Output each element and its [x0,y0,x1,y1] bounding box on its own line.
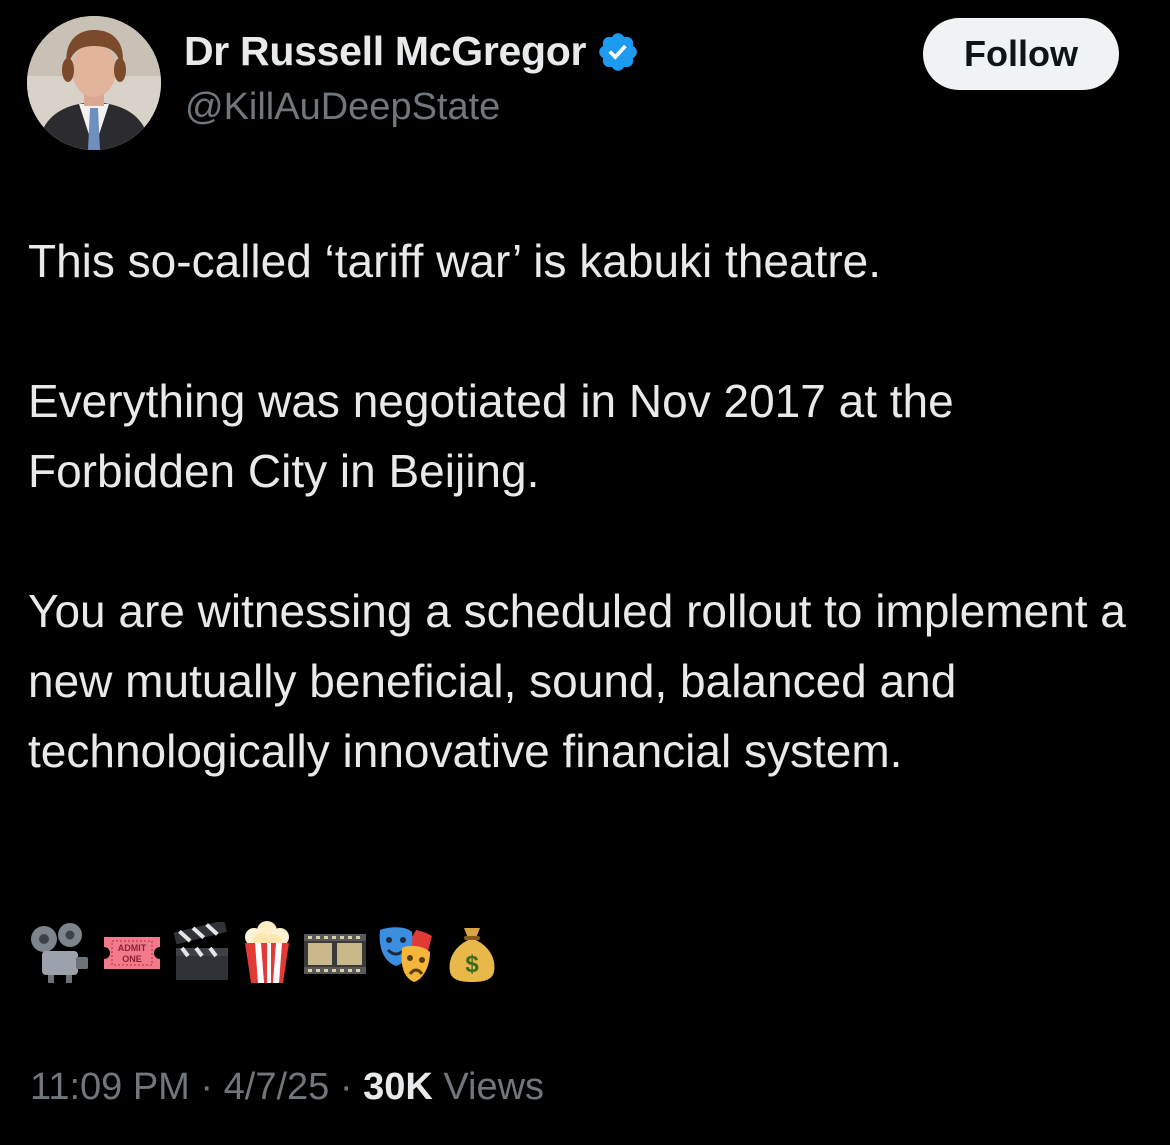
views-count: 30K [363,1066,433,1108]
author-handle[interactable]: @KillAuDeepState [185,86,500,129]
views-label: Views [443,1066,545,1108]
avatar-portrait-icon [27,16,161,150]
meta-separator: · [339,1066,353,1108]
avatar[interactable] [27,16,161,150]
tweet-paragraph: Everything was negotiated in Nov 2017 at… [28,375,954,497]
film-frames-icon [304,934,366,974]
money-bag-icon: $ [449,928,495,982]
follow-button[interactable]: Follow [923,18,1119,90]
film-projector-icon [31,923,88,983]
tweet: Dr Russell McGregor @KillAuDeepState Fol… [0,0,1170,1145]
verified-badge-icon [599,32,637,71]
tweet-paragraph: You are witnessing a scheduled rollout t… [28,585,1126,777]
tweet-meta: 11:09 PM · 4/7/25 · 30K Views [30,1066,544,1109]
emoji-row: ADMIT ONE $ [30,918,498,988]
author-display-name[interactable]: Dr Russell McGregor [184,28,586,75]
admission-ticket-icon: ADMIT ONE [104,937,160,969]
money-bag-symbol: $ [465,951,479,978]
tweet-paragraph: This so-called ‘tariff war’ is kabuki th… [28,235,882,287]
ticket-line2: ONE [122,954,142,964]
tweet-date[interactable]: 4/7/25 [224,1066,330,1108]
clapper-board-icon [173,922,228,980]
author-name-row[interactable]: Dr Russell McGregor [184,28,640,75]
popcorn-icon [245,921,289,983]
performing-arts-icon [379,927,432,982]
tweet-time[interactable]: 11:09 PM [30,1066,190,1108]
meta-separator: · [200,1066,214,1108]
ticket-line1: ADMIT [118,943,147,953]
tweet-text: This so-called ‘tariff war’ is kabuki th… [28,226,1128,786]
